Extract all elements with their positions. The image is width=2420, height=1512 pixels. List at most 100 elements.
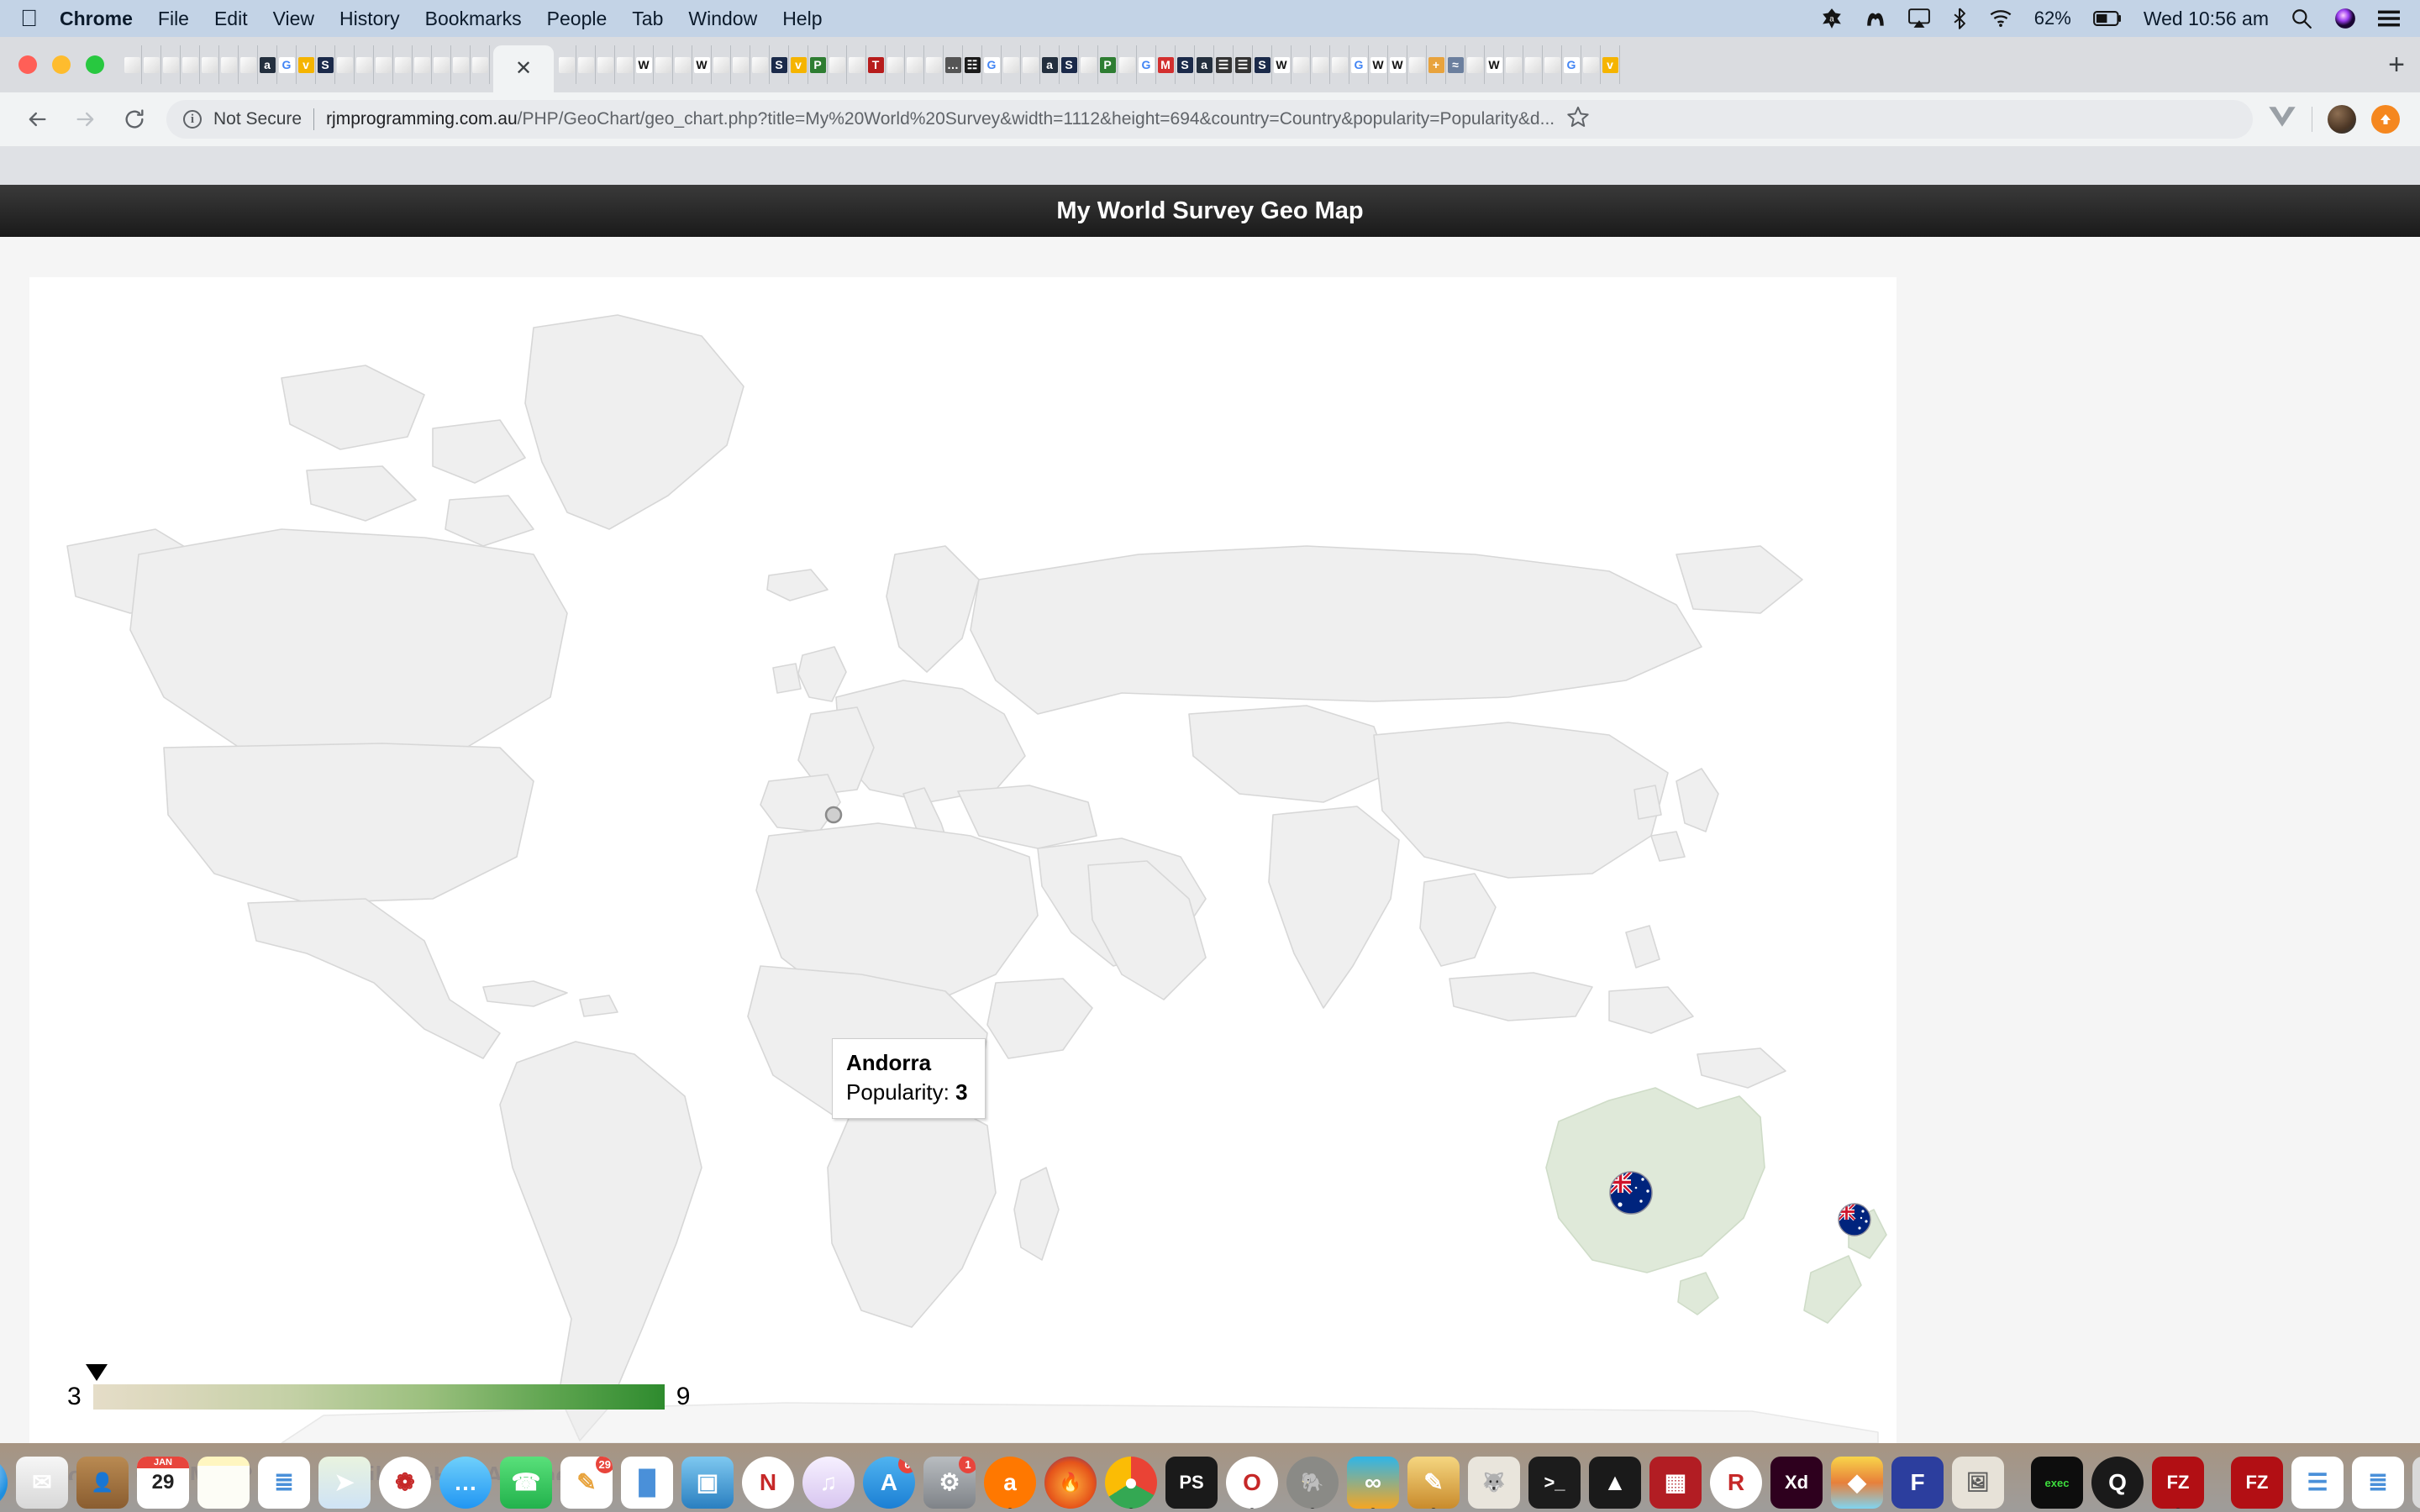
browser-tab[interactable] bbox=[393, 45, 413, 84]
dock-icon-spreadsheet[interactable]: ≣ bbox=[2352, 1457, 2404, 1509]
apple-logo-icon[interactable]:  bbox=[20, 7, 38, 30]
browser-tab[interactable] bbox=[557, 45, 576, 84]
dock-icon-adobe-xd[interactable]: Xd bbox=[1770, 1457, 1823, 1509]
dock-icon-r-studio[interactable]: R bbox=[1710, 1457, 1762, 1509]
dock-icon-numbers[interactable]: █ bbox=[621, 1457, 673, 1509]
dock-icon-filezilla-server[interactable]: FZ bbox=[2231, 1457, 2283, 1509]
browser-tab[interactable] bbox=[451, 45, 471, 84]
dock-icon-contacts[interactable]: 👤 bbox=[76, 1457, 129, 1509]
avast-menu-icon[interactable]: a bbox=[1821, 8, 1843, 29]
browser-tab[interactable] bbox=[1021, 45, 1040, 84]
browser-tab[interactable] bbox=[471, 45, 490, 84]
dock-icon-mail[interactable]: ✉ bbox=[16, 1457, 68, 1509]
browser-tab[interactable] bbox=[1118, 45, 1137, 84]
browser-tab[interactable]: P bbox=[808, 45, 828, 84]
dock-icon-photos[interactable]: ❁ bbox=[379, 1457, 431, 1509]
bookmark-star-icon[interactable] bbox=[1566, 105, 1590, 134]
dock-icon-figma[interactable]: F bbox=[1891, 1457, 1944, 1509]
browser-tab[interactable] bbox=[123, 45, 142, 84]
browser-tab[interactable] bbox=[1543, 45, 1562, 84]
browser-tab[interactable] bbox=[576, 45, 596, 84]
dock-icon-messages[interactable]: … bbox=[439, 1457, 492, 1509]
forward-arrow-icon[interactable] bbox=[69, 102, 103, 136]
menubar-clock[interactable]: Wed 10:56 am bbox=[2144, 8, 2269, 30]
menu-item-file[interactable]: File bbox=[158, 8, 189, 30]
dock-icon-news[interactable]: N bbox=[742, 1457, 794, 1509]
browser-tab[interactable]: S bbox=[1253, 45, 1272, 84]
browser-tab[interactable]: T bbox=[866, 45, 886, 84]
browser-tab[interactable]: a bbox=[258, 45, 277, 84]
browser-tab[interactable]: a bbox=[1195, 45, 1214, 84]
browser-tab[interactable] bbox=[1407, 45, 1427, 84]
dock-icon-opera[interactable]: O bbox=[1226, 1457, 1278, 1509]
browser-tab[interactable] bbox=[1002, 45, 1021, 84]
browser-tab[interactable]: S bbox=[1176, 45, 1195, 84]
close-window-button[interactable] bbox=[18, 55, 37, 74]
battery-icon[interactable] bbox=[2092, 10, 2122, 27]
close-tab-icon[interactable]: ✕ bbox=[515, 59, 532, 79]
browser-tab[interactable] bbox=[181, 45, 200, 84]
browser-tab[interactable]: S bbox=[1060, 45, 1079, 84]
browser-tab[interactable] bbox=[200, 45, 219, 84]
reload-icon[interactable] bbox=[118, 102, 151, 136]
dock-icon-folder-window[interactable]: ▭ bbox=[2412, 1457, 2420, 1509]
browser-tab[interactable]: W bbox=[634, 45, 654, 84]
browser-tab[interactable]: ☰ bbox=[1214, 45, 1234, 84]
browser-tab[interactable]: W bbox=[1388, 45, 1407, 84]
menu-item-chrome[interactable]: Chrome bbox=[60, 8, 133, 30]
browser-tab[interactable] bbox=[847, 45, 866, 84]
browser-tab[interactable]: G bbox=[982, 45, 1002, 84]
browser-tab[interactable] bbox=[355, 45, 374, 84]
siri-menu-icon[interactable] bbox=[2334, 8, 2356, 29]
browser-tab[interactable] bbox=[161, 45, 181, 84]
dock-icon-chrome[interactable]: ● bbox=[1105, 1457, 1157, 1509]
dock-icon-system-preferences[interactable]: ⚙ 1 bbox=[923, 1457, 976, 1509]
browser-tab[interactable]: v bbox=[1601, 45, 1620, 84]
browser-tab[interactable] bbox=[1523, 45, 1543, 84]
browser-tab[interactable] bbox=[1465, 45, 1485, 84]
dock-icon-itunes[interactable]: ♫ bbox=[802, 1457, 855, 1509]
browser-tab[interactable]: S bbox=[316, 45, 335, 84]
airplay-icon[interactable] bbox=[1907, 8, 1930, 29]
dock-icon-calendar[interactable]: 29 JAN bbox=[137, 1457, 189, 1509]
dock-icon-mamp[interactable]: 🐘 bbox=[1286, 1457, 1339, 1509]
browser-tab[interactable] bbox=[654, 45, 673, 84]
dock-icon-terminal[interactable]: >_ bbox=[1528, 1457, 1581, 1509]
browser-tab[interactable] bbox=[1330, 45, 1349, 84]
dock-icon-inkscape[interactable]: ▲ bbox=[1589, 1457, 1641, 1509]
browser-tab[interactable] bbox=[828, 45, 847, 84]
world-map-svg[interactable] bbox=[29, 277, 1897, 1443]
menu-item-window[interactable]: Window bbox=[688, 8, 757, 30]
browser-tab[interactable] bbox=[1079, 45, 1098, 84]
menu-item-edit[interactable]: Edit bbox=[214, 8, 248, 30]
dock-icon-sketch[interactable]: ◆ bbox=[1831, 1457, 1883, 1509]
browser-tab[interactable]: a bbox=[1040, 45, 1060, 84]
dock-icon-reminders[interactable]: ≣ bbox=[258, 1457, 310, 1509]
wifi-icon[interactable] bbox=[1989, 9, 2012, 28]
dock-icon-avast[interactable]: a bbox=[984, 1457, 1036, 1509]
browser-tab[interactable]: v bbox=[789, 45, 808, 84]
dock-icon-safari[interactable]: ✦ bbox=[0, 1457, 8, 1509]
browser-tab[interactable] bbox=[596, 45, 615, 84]
dock-icon-quicktime[interactable]: Q bbox=[2091, 1457, 2144, 1509]
dock-icon-paint-tool[interactable]: ✎ bbox=[1407, 1457, 1460, 1509]
browser-tab[interactable]: P bbox=[1098, 45, 1118, 84]
browser-tab[interactable]: v bbox=[297, 45, 316, 84]
browser-tab[interactable] bbox=[924, 45, 944, 84]
browser-tab[interactable]: W bbox=[692, 45, 712, 84]
dock-icon-exec-script[interactable]: exec bbox=[2031, 1457, 2083, 1509]
dock-icon-app-store[interactable]: A6 bbox=[863, 1457, 915, 1509]
browser-tab[interactable] bbox=[750, 45, 770, 84]
browser-tab[interactable] bbox=[615, 45, 634, 84]
legend-gradient-bar[interactable] bbox=[85, 1364, 665, 1410]
control-center-icon[interactable] bbox=[2378, 9, 2400, 28]
menu-item-help[interactable]: Help bbox=[782, 8, 822, 30]
browser-tab[interactable] bbox=[142, 45, 161, 84]
dock-icon-preview[interactable]: 🖼 bbox=[1952, 1457, 2004, 1509]
browser-tab[interactable] bbox=[239, 45, 258, 84]
menu-item-bookmarks[interactable]: Bookmarks bbox=[425, 8, 522, 30]
dock-icon-firefox[interactable]: 🔥 bbox=[1044, 1457, 1097, 1509]
browser-tab[interactable] bbox=[905, 45, 924, 84]
browser-tab[interactable]: ☷ bbox=[963, 45, 982, 84]
malwarebytes-menu-icon[interactable] bbox=[1865, 8, 1886, 29]
